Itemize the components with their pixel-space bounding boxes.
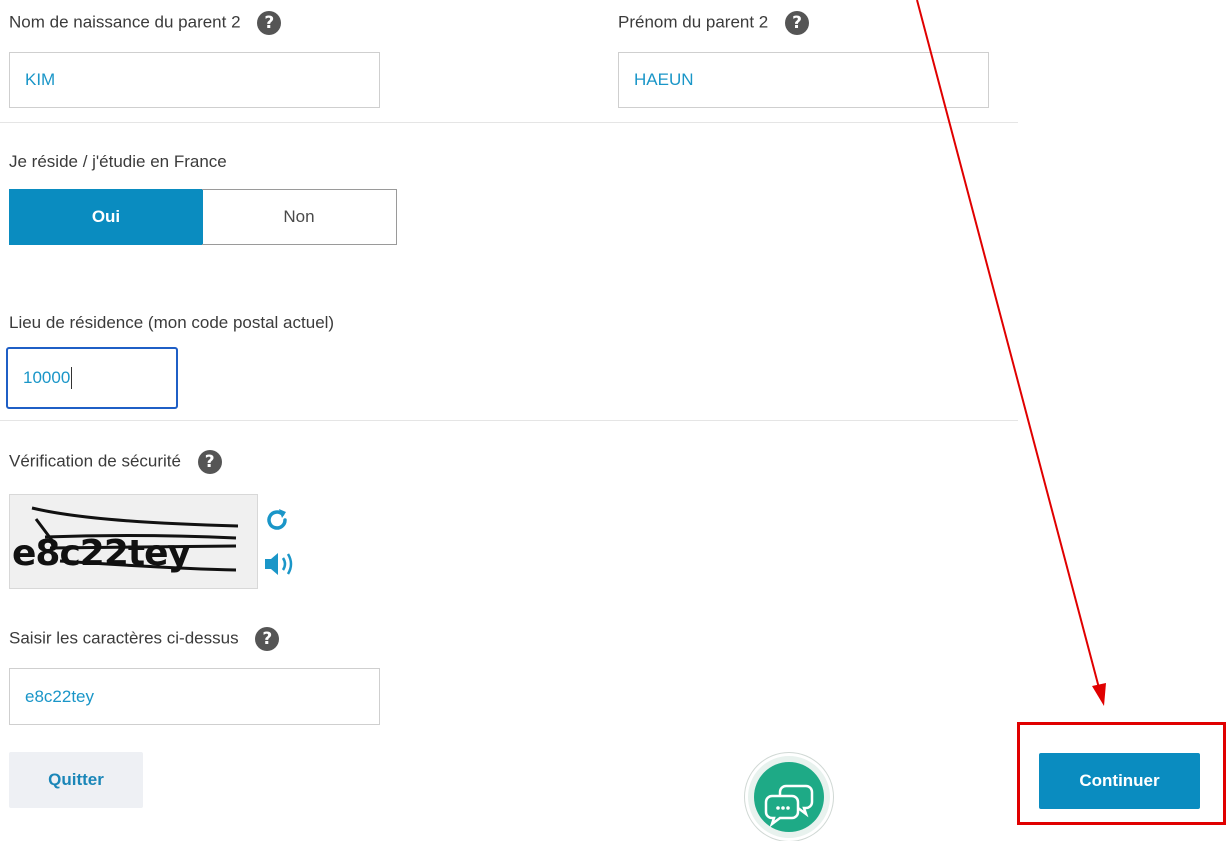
annotation-arrow	[916, 0, 1106, 706]
